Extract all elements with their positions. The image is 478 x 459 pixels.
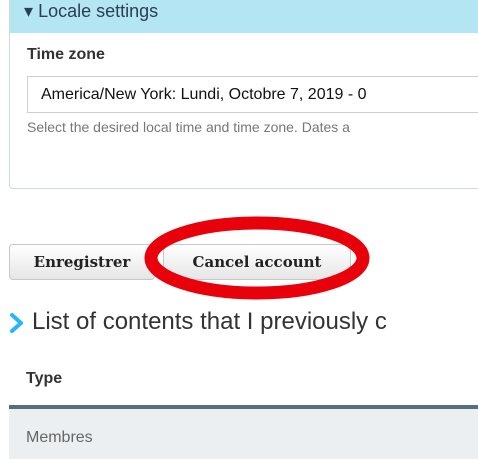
- collapse-triangle-icon: ▾: [24, 1, 34, 21]
- time-zone-label: Time zone: [27, 46, 105, 63]
- locale-settings-fieldset: ▾ Locale settings Time zone America/New …: [9, 0, 478, 189]
- chevron-right-icon: [10, 313, 23, 333]
- save-button[interactable]: Enregistrer: [9, 244, 155, 280]
- locale-settings-legend-label: ▾ Locale settings: [24, 1, 159, 21]
- locale-settings-legend[interactable]: ▾ Locale settings: [10, 0, 478, 33]
- time-zone-description: Select the desired local time and time z…: [27, 119, 350, 135]
- page: ▾ Locale settings Time zone America/New …: [0, 0, 478, 459]
- cancel-account-button[interactable]: Cancel account: [163, 244, 351, 280]
- table-row: Membres: [9, 409, 478, 459]
- contents-section-title: List of contents that I previously c: [32, 308, 387, 335]
- time-zone-select[interactable]: America/New York: Lundi, Octobre 7, 2019…: [27, 76, 478, 113]
- row-type-cell: Membres: [26, 429, 93, 446]
- type-column-header[interactable]: Type: [26, 370, 62, 388]
